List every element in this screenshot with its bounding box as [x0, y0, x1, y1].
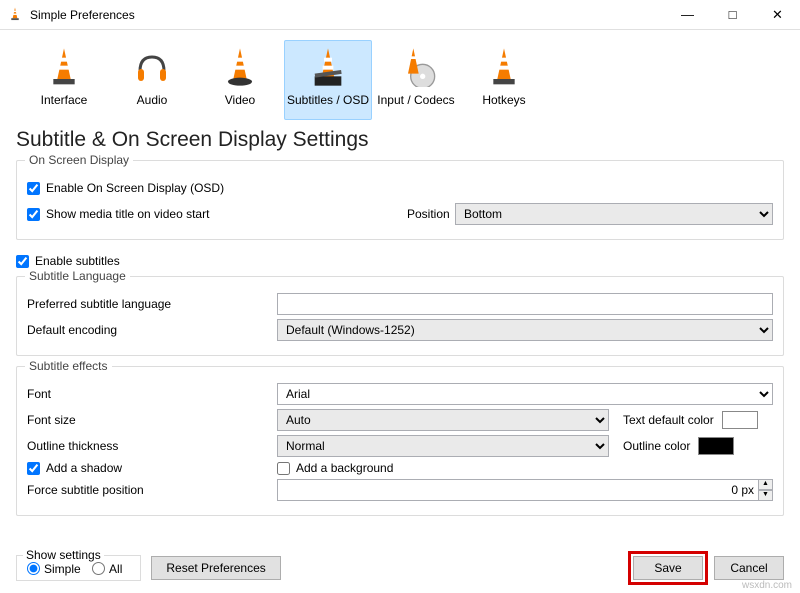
show-settings-all-radio[interactable]: All [92, 562, 122, 576]
outline-color-label: Outline color [623, 439, 690, 453]
enable-subtitles-checkbox[interactable]: Enable subtitles [16, 254, 120, 268]
outline-thickness-select[interactable]: Normal [277, 435, 609, 457]
cancel-button[interactable]: Cancel [714, 556, 784, 580]
checkbox-label: Add a shadow [46, 461, 122, 475]
fontsize-label: Font size [27, 413, 277, 427]
tab-label: Input / Codecs [377, 93, 454, 107]
preferred-language-label: Preferred subtitle language [27, 297, 277, 311]
category-tabs: Interface Audio Video Subtitles / OSD In… [0, 30, 800, 124]
cone-clapper-icon [306, 45, 350, 89]
font-select[interactable]: Arial [277, 383, 773, 405]
tab-label: Interface [41, 93, 88, 107]
outline-thickness-label: Outline thickness [27, 439, 277, 453]
add-background-checkbox[interactable]: Add a background [277, 461, 773, 475]
headphones-icon [130, 45, 174, 89]
fontsize-select[interactable]: Auto [277, 409, 609, 431]
checkbox-label: Enable subtitles [35, 254, 120, 268]
text-color-label: Text default color [623, 413, 714, 427]
force-position-label: Force subtitle position [27, 483, 277, 497]
cone-icon [482, 45, 526, 89]
font-label: Font [27, 387, 277, 401]
tab-hotkeys[interactable]: Hotkeys [460, 40, 548, 120]
window-title: Simple Preferences [30, 8, 665, 22]
cone-icon [218, 45, 262, 89]
reset-preferences-button[interactable]: Reset Preferences [151, 556, 280, 580]
checkbox-label: Show media title on video start [46, 207, 209, 221]
save-button[interactable]: Save [633, 556, 703, 580]
preferred-language-input[interactable] [277, 293, 773, 315]
app-icon [8, 7, 24, 23]
show-settings-simple-radio[interactable]: Simple [27, 562, 81, 576]
tab-audio[interactable]: Audio [108, 40, 196, 120]
add-shadow-checkbox[interactable]: Add a shadow [27, 461, 277, 475]
watermark: wsxdn.com [742, 580, 792, 591]
close-button[interactable]: ✕ [755, 0, 800, 30]
text-color-picker[interactable] [722, 411, 758, 429]
save-highlight: Save [628, 551, 708, 585]
checkbox-label: Enable On Screen Display (OSD) [46, 181, 224, 195]
outline-color-picker[interactable] [698, 437, 734, 455]
spin-down-button[interactable]: ▼ [758, 490, 773, 501]
tab-subtitles[interactable]: Subtitles / OSD [284, 40, 372, 120]
group-title: Subtitle effects [25, 359, 112, 373]
maximize-button[interactable]: □ [710, 0, 755, 30]
cone-disc-icon [394, 45, 438, 89]
tab-label: Hotkeys [482, 93, 525, 107]
checkbox-label: Add a background [296, 461, 393, 475]
force-position-input[interactable] [277, 479, 759, 501]
tab-label: Subtitles / OSD [287, 93, 369, 107]
enable-osd-checkbox[interactable]: Enable On Screen Display (OSD) [27, 181, 224, 195]
tab-interface[interactable]: Interface [20, 40, 108, 120]
group-title: Show settings [23, 548, 104, 562]
osd-group: On Screen Display Enable On Screen Displ… [16, 160, 784, 240]
default-encoding-label: Default encoding [27, 323, 277, 337]
tab-label: Video [225, 93, 255, 107]
default-encoding-select[interactable]: Default (Windows-1252) [277, 319, 773, 341]
show-settings-group: Show settings Simple All [16, 555, 141, 582]
titlebar: Simple Preferences — □ ✕ [0, 0, 800, 30]
minimize-button[interactable]: — [665, 0, 710, 30]
subtitle-language-group: Subtitle Language Preferred subtitle lan… [16, 276, 784, 356]
group-title: On Screen Display [25, 153, 133, 167]
show-title-checkbox[interactable]: Show media title on video start [27, 207, 407, 221]
tab-label: Audio [137, 93, 168, 107]
tab-input-codecs[interactable]: Input / Codecs [372, 40, 460, 120]
group-title: Subtitle Language [25, 269, 130, 283]
position-select[interactable]: Bottom [455, 203, 773, 225]
position-label: Position [407, 207, 455, 221]
bottom-bar: Show settings Simple All Reset Preferenc… [0, 551, 800, 585]
subtitle-effects-group: Subtitle effects Font Arial Font size Au… [16, 366, 784, 516]
cone-icon [42, 45, 86, 89]
window-controls: — □ ✕ [665, 0, 800, 30]
spin-up-button[interactable]: ▲ [758, 479, 773, 490]
tab-video[interactable]: Video [196, 40, 284, 120]
